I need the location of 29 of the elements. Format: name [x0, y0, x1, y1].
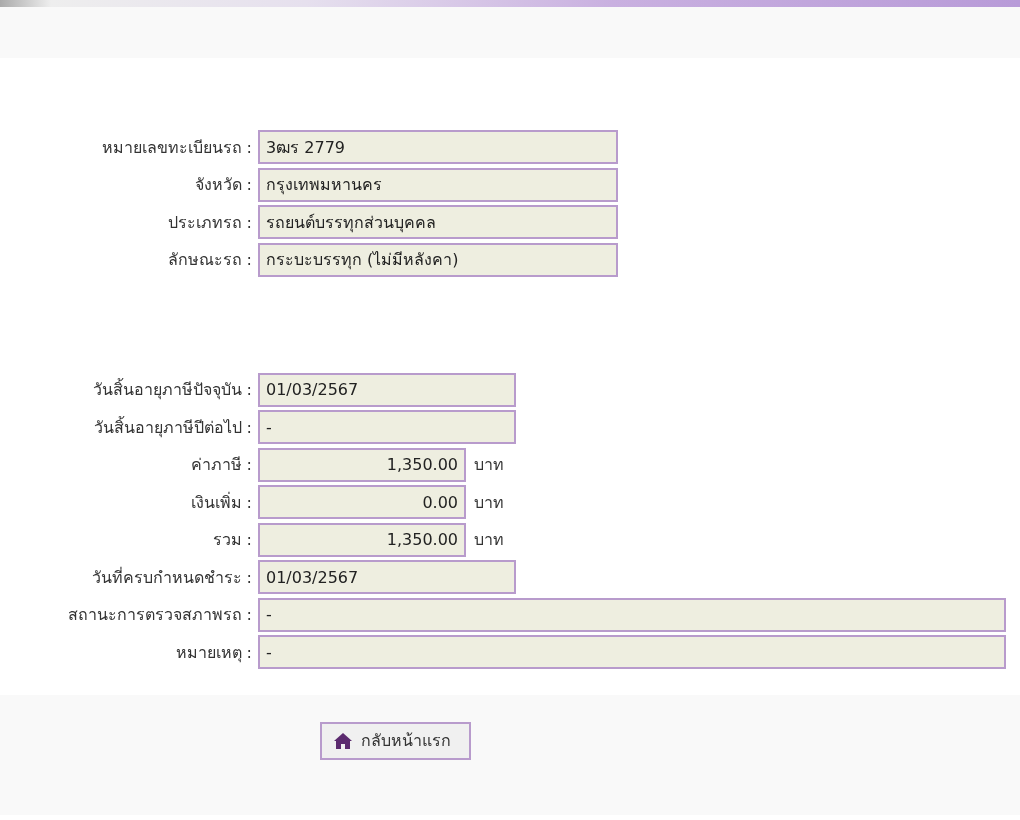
field-label: หมายเหตุ : — [174, 641, 253, 665]
text-field[interactable]: รถยนต์บรรทุกส่วนบุคคล — [258, 205, 618, 239]
field-label: จังหวัด : — [193, 174, 253, 196]
home-icon — [333, 731, 353, 750]
text-field[interactable]: กระบะบรรทุก (ไม่มีหลังคา) — [258, 242, 618, 277]
field-label: หมายเลขทะเบียนรถ : — [100, 136, 253, 159]
text-field[interactable]: - — [258, 410, 516, 444]
text-field[interactable]: 0.00 — [258, 485, 466, 519]
text-field[interactable]: - — [258, 635, 1006, 669]
field-label: ประเภทรถ : — [166, 211, 253, 234]
unit-label: บาท — [474, 529, 504, 551]
field-label: ลักษณะรถ : — [166, 249, 253, 271]
text-field[interactable]: 1,350.00 — [258, 447, 466, 482]
unit-label: บาท — [474, 454, 504, 476]
field-label: เงินเพิ่ม : — [189, 491, 253, 514]
field-label: วันสิ้นอายุภาษีปัจจุบัน : — [91, 377, 253, 402]
text-field[interactable]: กรุงเทพมหานคร — [258, 167, 618, 202]
text-field[interactable]: 01/03/2567 — [258, 372, 516, 407]
unit-label: บาท — [474, 491, 504, 514]
home-button[interactable]: กลับหน้าแรก — [320, 721, 471, 760]
text-field[interactable]: 01/03/2567 — [258, 560, 516, 594]
text-field[interactable]: 1,350.00 — [258, 522, 466, 557]
field-label: สถานะการตรวจสภาพรถ : — [66, 604, 253, 626]
field-label: วันสิ้นอายุภาษีปีต่อไป : — [92, 415, 253, 440]
field-label: วันที่ครบกำหนดชำระ : — [90, 566, 253, 589]
text-field[interactable]: 3ฒร 2779 — [258, 130, 618, 164]
field-label: รวม : — [211, 529, 253, 551]
text-field[interactable]: - — [258, 597, 1006, 632]
field-label: ค่าภาษี : — [189, 454, 253, 476]
